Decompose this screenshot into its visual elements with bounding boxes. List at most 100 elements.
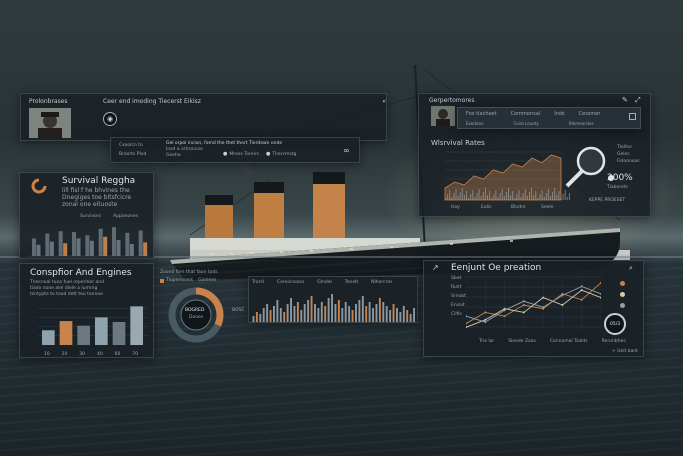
rates-submenu-item[interactable]: Exerbion (466, 121, 484, 126)
bar (348, 306, 351, 322)
bar (474, 197, 476, 200)
bar (518, 190, 520, 200)
point (580, 285, 583, 288)
exploration-xlabel: Sleede Zoos (508, 339, 536, 344)
bar (382, 302, 385, 322)
bar (375, 304, 378, 322)
bar (495, 190, 497, 200)
bar (526, 196, 528, 200)
dot-icon: ● (266, 151, 271, 157)
donut-header: Zoond fom that faon tods (160, 270, 218, 275)
bar (510, 195, 512, 200)
bar (558, 191, 560, 200)
bar (497, 197, 499, 200)
config-bar-chart: 10 20 30 40 60 70 (38, 306, 148, 357)
bar (409, 314, 412, 322)
legend-apponones: Apponones (113, 214, 139, 219)
histogram-header: Glndel (317, 280, 332, 285)
bar (72, 232, 76, 256)
point (522, 311, 525, 314)
bar (32, 238, 36, 256)
bar (463, 195, 465, 200)
point (522, 300, 525, 303)
legend-swatch-icon (160, 278, 164, 283)
avatar[interactable] (29, 108, 71, 138)
info-button-a[interactable]: ● Mrees Toreirs (223, 151, 259, 157)
bar (85, 235, 90, 256)
bar (461, 188, 463, 200)
rates-menu-item[interactable]: Fox tlacheet (466, 111, 497, 117)
link-icon[interactable]: ∞ (343, 146, 350, 155)
back-arrow-icon[interactable]: ↗ (432, 263, 439, 272)
point (580, 289, 583, 292)
bar (372, 308, 374, 322)
config-panel: Conspfior And Engines Tnecnoal tuoa fuel… (19, 263, 154, 358)
exploration-line-chart (466, 276, 601, 331)
rates-panel: Gerpertomores ✎ ⤢ Fox tlacheet Commonsal… (418, 93, 651, 217)
histogram-header: Cereicnooss (277, 280, 305, 285)
bar (501, 189, 503, 200)
bar (470, 194, 472, 200)
bar (303, 304, 306, 322)
rates-submenu-item[interactable]: Rfemeorsles (569, 121, 594, 126)
bar (550, 196, 551, 200)
bar (537, 198, 539, 200)
config-title: Conspfior And Engines (30, 268, 132, 278)
bar (59, 321, 73, 345)
bar (402, 306, 405, 322)
survival-panel: Survival Reggha lill fisl f he bhvines t… (19, 172, 154, 259)
edit-icon[interactable]: ✎ (622, 96, 628, 104)
record-icon[interactable]: ◉ (103, 112, 117, 126)
rates-submenu-item[interactable]: Coiro Louety (514, 121, 539, 126)
expand-icon[interactable]: ⤢ (383, 96, 386, 105)
info-button-b[interactable]: ● Thercmstg (266, 151, 296, 157)
bar (112, 227, 116, 256)
bar (396, 308, 398, 322)
survival-line-3: zonal one eituoste (62, 201, 118, 208)
bar (259, 314, 262, 322)
bar (355, 304, 357, 322)
rates-menu-item[interactable]: Inds (554, 111, 564, 117)
bar (252, 316, 255, 322)
point (484, 321, 487, 324)
histogram-headers: Trorsl Cereicnooss Glndel Tenelt Nlhercr… (252, 280, 392, 285)
bar (98, 228, 103, 256)
bar (368, 302, 371, 322)
bar (478, 189, 480, 200)
rates-header: Gerpertomores (429, 97, 475, 104)
legend-dot-icon (620, 292, 625, 297)
dot-icon: ● (223, 151, 228, 157)
header-title: Ceer end imoding Tiecerst Eikisz (103, 98, 201, 105)
bar (276, 300, 279, 322)
bar (337, 300, 340, 322)
bar (539, 194, 541, 200)
donut-widget: Zoond fom that faon tods Tlopenooels Gan… (158, 270, 248, 350)
bar (45, 233, 50, 256)
bar (63, 243, 68, 256)
tick-label: 30 (79, 351, 85, 357)
bar (42, 330, 55, 345)
bar (451, 197, 453, 200)
rates-avatar[interactable] (431, 106, 455, 126)
gauge-icon (31, 178, 47, 194)
checkbox-icon[interactable] (629, 113, 636, 120)
bar (484, 188, 486, 200)
bar (445, 198, 446, 200)
survival-line-1: lill fisl f he bhvines the (62, 187, 130, 194)
legend-dot-icon (620, 281, 625, 286)
magnifier-icon[interactable] (561, 144, 611, 194)
rates-menu-item[interactable]: Cessmer (579, 111, 601, 117)
rates-menu-item[interactable]: Commonsal (511, 111, 541, 117)
bar (468, 198, 470, 200)
bar (296, 302, 299, 322)
search-icon[interactable]: ⌕ (629, 264, 633, 273)
bar (36, 244, 41, 256)
point (522, 304, 525, 306)
tick-label: 70 (132, 351, 138, 357)
rates-button[interactable]: KEPPE PROESET (589, 198, 625, 203)
bar (49, 241, 54, 256)
rates-label: Tlelitsr (617, 145, 633, 150)
bar (341, 308, 344, 322)
tick-label: Ealis (481, 204, 492, 210)
expand-icon[interactable]: ⤢ (635, 96, 641, 105)
